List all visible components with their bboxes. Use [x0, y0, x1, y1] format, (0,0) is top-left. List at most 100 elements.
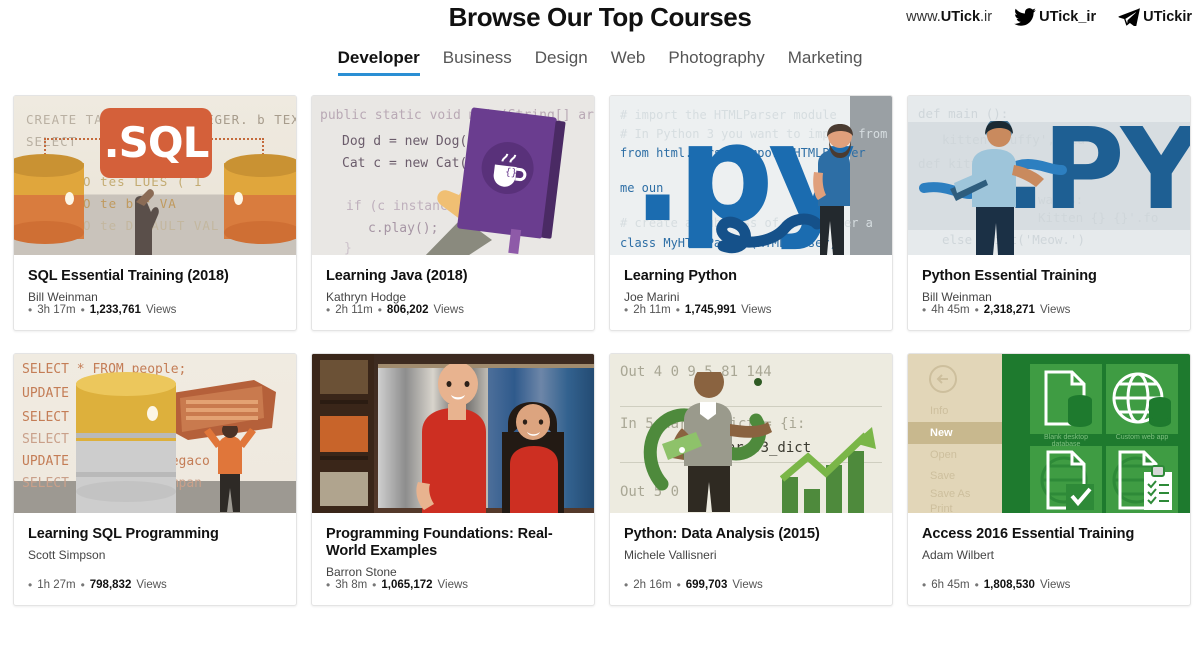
brand-website-prefix: www.	[906, 9, 941, 25]
course-views-count: 1,808,530	[983, 579, 1035, 591]
course-card[interactable]: # import the HTMLParser module # In Pyth…	[609, 95, 893, 331]
course-browser-page: Browse Our Top Courses www.UTick.ir UTic…	[0, 0, 1200, 653]
learning-python-thumbnail[interactable]: # import the HTMLParser module # In Pyth…	[610, 96, 892, 255]
access-sidebar-item-print[interactable]: Print	[908, 502, 1002, 513]
brand-telegram[interactable]: UTickir	[1118, 8, 1192, 26]
course-views-count: 1,233,761	[89, 304, 141, 316]
java-book-icon: {}	[456, 107, 566, 254]
thumb-code-line: Dog d = new Dog();	[342, 134, 483, 149]
course-views-count: 1,745,991	[684, 304, 737, 316]
bullet-icon: •	[922, 578, 927, 592]
course-card-body: Learning Python Joe Marini • 2h 11m • 1,…	[610, 255, 892, 330]
bullet-icon: •	[28, 578, 33, 592]
brand-website[interactable]: www.UTick.ir	[906, 9, 992, 25]
course-duration: 6h 45m	[931, 579, 970, 591]
access-sidebar-item-save-as[interactable]: Save As	[908, 486, 1002, 502]
bullet-icon: •	[372, 578, 377, 592]
course-duration: 3h 8m	[335, 579, 368, 591]
course-title: SQL Essential Training (2018)	[28, 268, 229, 284]
course-meta: • 2h 11m • 1,745,991 Views	[624, 304, 878, 330]
access-tile[interactable]	[1106, 446, 1178, 513]
course-card-body: Programming Foundations: Real-World Exam…	[312, 513, 594, 605]
course-duration: 4h 45m	[931, 304, 970, 316]
brand-website-suffix: .ir	[980, 9, 993, 25]
course-views-label: Views	[1039, 579, 1071, 591]
course-meta: • 3h 8m • 1,065,172 Views	[326, 579, 580, 605]
twitter-icon	[1014, 8, 1036, 26]
tab-developer[interactable]: Developer	[337, 48, 420, 76]
access-sidebar-item-new[interactable]: New	[908, 422, 1002, 444]
tab-marketing[interactable]: Marketing	[788, 48, 863, 73]
course-card-body: Access 2016 Essential Training Adam Wilb…	[908, 513, 1190, 605]
course-views-label: Views	[433, 304, 464, 316]
tab-photography[interactable]: Photography	[668, 48, 764, 73]
course-views-label: Views	[437, 579, 469, 591]
access-sidebar-item-save[interactable]: Save	[908, 466, 1002, 486]
access-tile[interactable]	[1030, 446, 1102, 513]
course-views-label: Views	[136, 579, 167, 591]
access-tile[interactable]	[1106, 364, 1178, 434]
course-card[interactable]: Programming Foundations: Real-World Exam…	[311, 353, 595, 606]
course-card[interactable]: public static void main(String[] args Do…	[311, 95, 595, 331]
course-title: Learning SQL Programming	[28, 526, 219, 542]
course-author: Bill Weinman	[28, 290, 98, 304]
telegram-icon	[1118, 8, 1140, 26]
brand-twitter[interactable]: UTick_ir	[1014, 8, 1096, 26]
bullet-icon: •	[624, 303, 629, 317]
brand-telegram-label: UTickir	[1143, 9, 1192, 25]
person-illustration	[204, 426, 256, 512]
access-sidebar-item-info[interactable]: Info	[908, 400, 1002, 422]
access-2016-essential-training-thumbnail[interactable]: Info New Open Save Save As Print Blank d…	[908, 354, 1190, 513]
course-card[interactable]: def main (): kitten('Buffy', 'la rr' def…	[907, 95, 1191, 331]
course-card[interactable]: Info New Open Save Save As Print Blank d…	[907, 353, 1191, 606]
tab-web[interactable]: Web	[611, 48, 646, 73]
course-card[interactable]: CREATE TABLE EGER. b TEXT SELECT NTO tes…	[13, 95, 297, 331]
brand-website-name: UTick	[940, 9, 981, 25]
course-title: Python Essential Training	[922, 268, 1097, 284]
database-cylinder-icon	[224, 154, 296, 244]
course-card[interactable]: Out 4 0 9 5 81 144 In 5 uares3_dict = {i…	[609, 353, 893, 606]
course-views-count: 798,832	[89, 579, 132, 591]
course-card[interactable]: SELECT * FROM people; UPDATE p = 'Mar SE…	[13, 353, 297, 606]
bullet-icon: •	[922, 303, 927, 317]
learning-sql-programming-thumbnail[interactable]: SELECT * FROM people; UPDATE p = 'Mar SE…	[14, 354, 296, 513]
bullet-icon: •	[326, 303, 331, 317]
course-title: Learning Java (2018)	[326, 268, 468, 284]
course-views-count: 1,065,172	[381, 579, 433, 591]
course-card-body: Learning Java (2018) Kathryn Hodge • 2h …	[312, 255, 594, 330]
course-title: Programming Foundations: Real-World Exam…	[326, 526, 553, 559]
access-sidebar-item-open[interactable]: Open	[908, 444, 1002, 466]
programming-foundations-thumbnail[interactable]	[312, 354, 594, 513]
python-essential-training-thumbnail[interactable]: def main (): kitten('Buffy', 'la rr' def…	[908, 96, 1190, 255]
bullet-icon: •	[675, 303, 680, 317]
course-meta: • 4h 45m • 2,318,271 Views	[922, 304, 1176, 330]
bullet-icon: •	[974, 303, 979, 317]
sql-essential-training-thumbnail[interactable]: CREATE TABLE EGER. b TEXT SELECT NTO tes…	[14, 96, 296, 255]
course-meta: • 6h 45m • 1,808,530 Views	[922, 579, 1176, 605]
brand-twitter-label: UTick_ir	[1039, 9, 1097, 25]
course-author: Scott Simpson	[28, 548, 106, 562]
course-card-body: Learning SQL Programming Scott Simpson •…	[14, 513, 296, 605]
python-data-analysis-thumbnail[interactable]: Out 4 0 9 5 81 144 In 5 uares3_dict = {i…	[610, 354, 892, 513]
tab-business[interactable]: Business	[443, 48, 512, 73]
database-cylinder-icon	[76, 372, 176, 513]
bullet-icon: •	[624, 578, 629, 592]
course-author: Joe Marini	[624, 290, 680, 304]
course-duration: 2h 16m	[633, 579, 672, 591]
course-views-label: Views	[145, 304, 177, 316]
course-duration: 3h 17m	[37, 304, 76, 316]
back-arrow-icon[interactable]	[928, 364, 958, 394]
course-views-count: 2,318,271	[983, 304, 1035, 316]
bullet-icon: •	[326, 578, 331, 592]
course-duration: 2h 11m	[335, 304, 373, 316]
course-views-label: Views	[732, 579, 763, 591]
learning-java-thumbnail[interactable]: public static void main(String[] args Do…	[312, 96, 594, 255]
access-tile[interactable]	[1030, 364, 1102, 434]
presenter-male-photo	[416, 364, 486, 513]
tab-design[interactable]: Design	[535, 48, 588, 73]
brand-bar: www.UTick.ir UTick_ir UTickir	[906, 8, 1192, 26]
course-views-count: 699,703	[685, 579, 728, 591]
course-author: Bill Weinman	[922, 290, 992, 304]
course-card-body: Python: Data Analysis (2015) Michele Val…	[610, 513, 892, 605]
presenter-female-photo	[502, 402, 564, 513]
